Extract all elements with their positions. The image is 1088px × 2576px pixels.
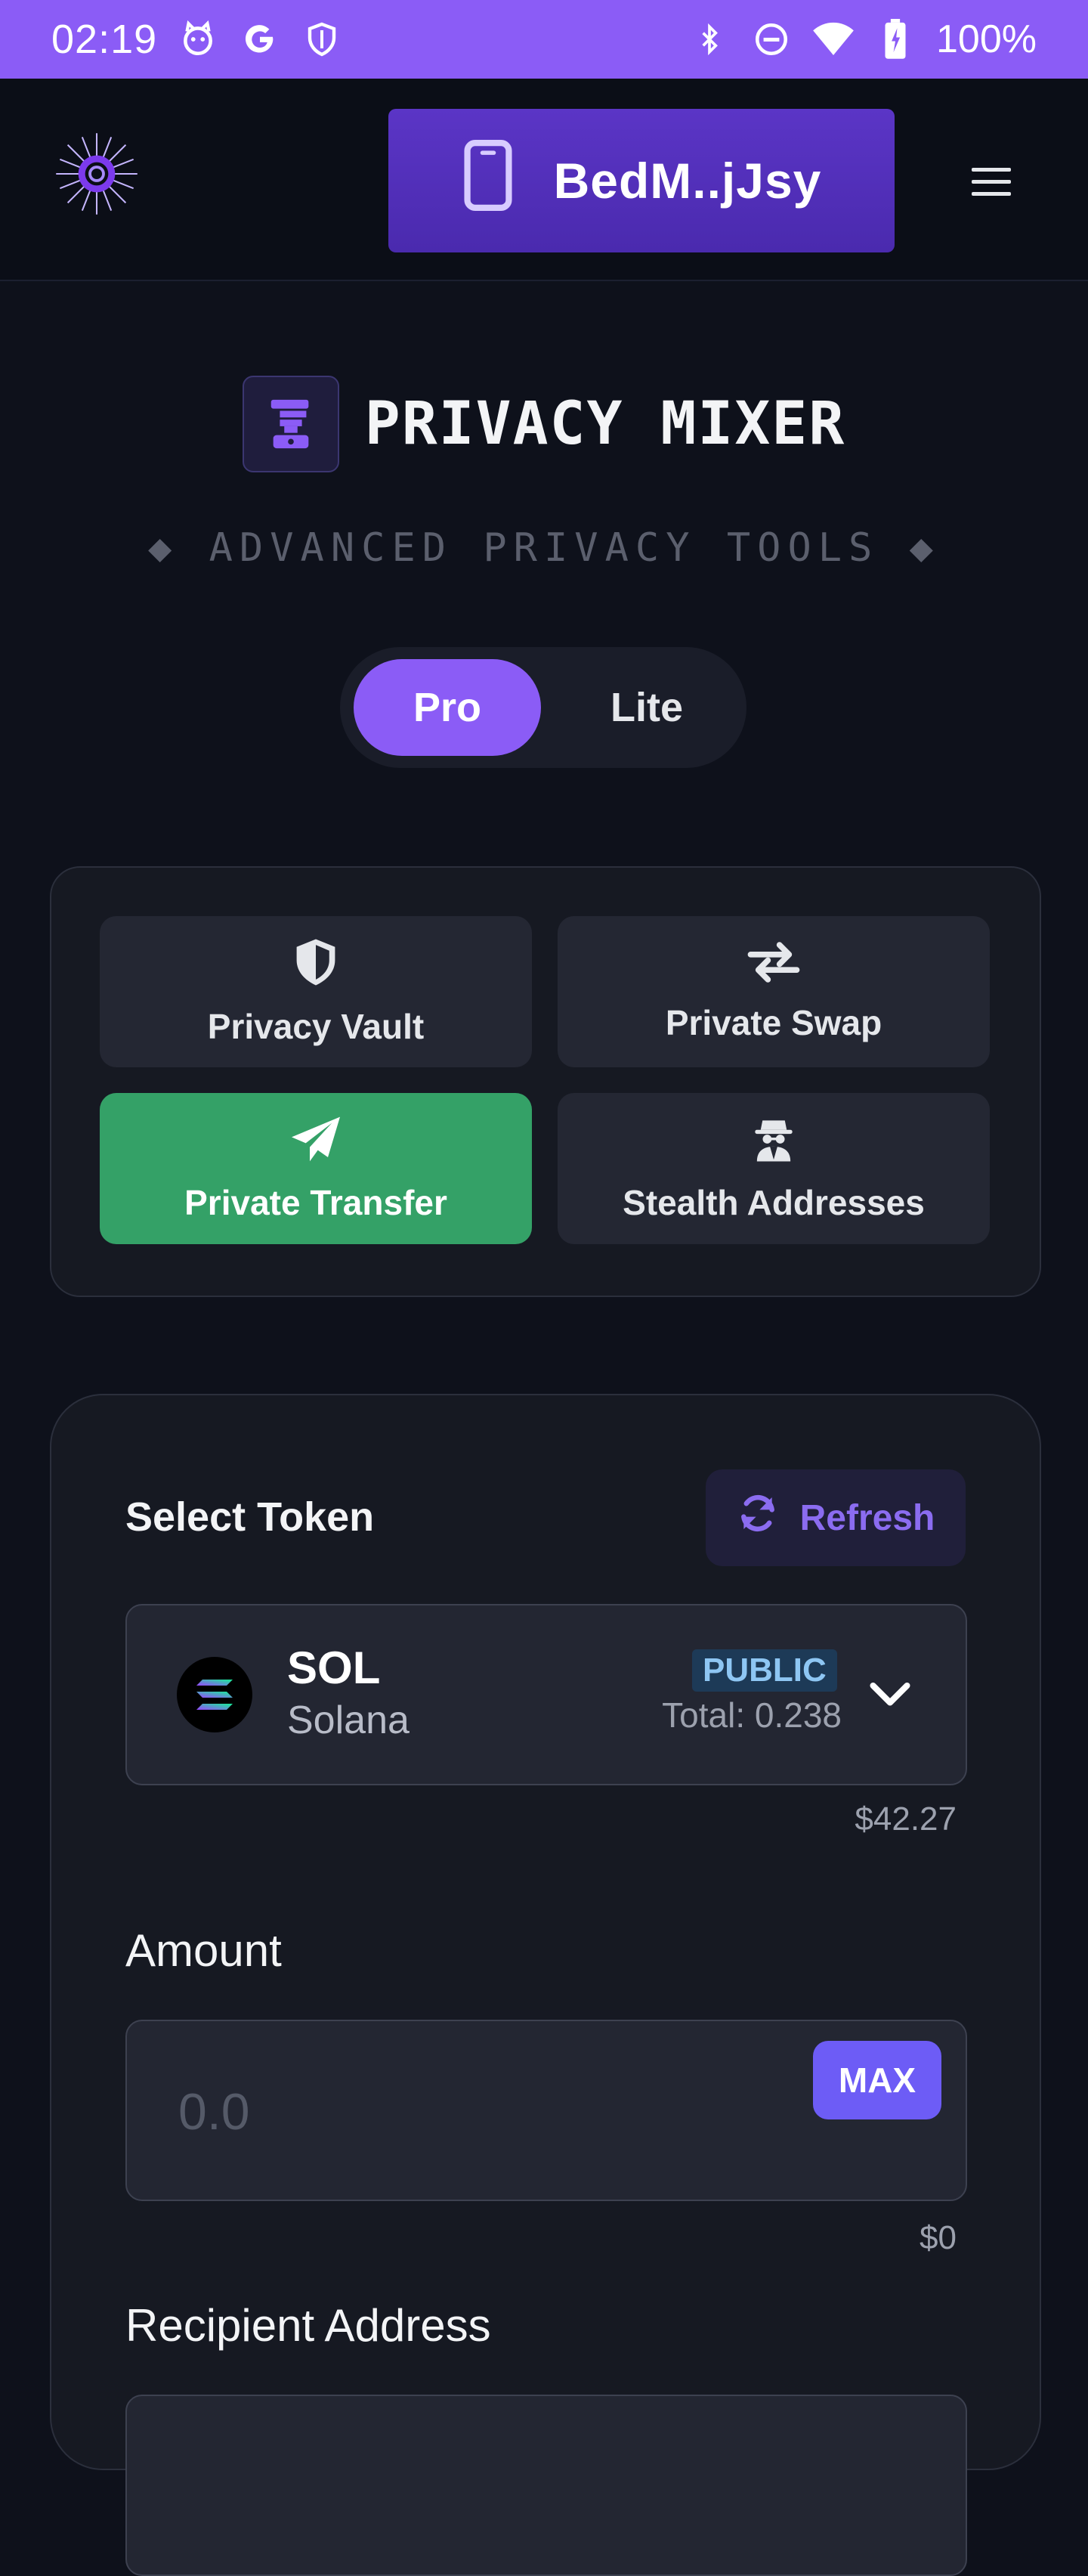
feature-selector-card: Privacy Vault Private Swap Private Trans… <box>50 866 1041 1297</box>
app-header: BedM..jJsy <box>0 79 1088 281</box>
mode-toggle: Pro Lite <box>340 647 746 768</box>
amount-input[interactable] <box>177 2070 784 2154</box>
recipient-address-label: Recipient Address <box>125 2300 491 2351</box>
private-swap-button[interactable]: Private Swap <box>558 916 990 1067</box>
bluetooth-icon <box>688 18 731 60</box>
refresh-label: Refresh <box>799 1497 935 1538</box>
spy-icon <box>751 1115 796 1172</box>
google-g-icon <box>239 18 281 60</box>
wallet-address: BedM..jJsy <box>553 153 822 209</box>
status-time: 02:19 <box>51 17 158 62</box>
mixer-blender-icon <box>242 376 339 472</box>
shield-icon <box>292 937 339 995</box>
hamburger-menu-icon[interactable] <box>972 168 1011 197</box>
amount-label: Amount <box>125 1925 282 1976</box>
max-button[interactable]: MAX <box>813 2041 941 2119</box>
solana-icon <box>177 1657 252 1732</box>
paper-plane-icon <box>289 1115 342 1172</box>
amount-field: MAX <box>125 2020 967 2201</box>
spiky-orb-logo-icon[interactable] <box>48 125 145 222</box>
token-status-badge: PUBLIC <box>692 1649 837 1692</box>
stealth-addresses-button[interactable]: Stealth Addresses <box>558 1093 990 1244</box>
do-not-disturb-icon <box>750 18 793 60</box>
amount-usd-value: $0 <box>920 2219 957 2256</box>
status-bar: 02:19 100% <box>0 0 1088 79</box>
cat-face-icon <box>177 18 219 60</box>
mode-pro-button[interactable]: Pro <box>354 659 541 756</box>
battery-percent: 100% <box>936 17 1037 61</box>
refresh-icon <box>737 1492 779 1543</box>
token-selector[interactable]: SOL Solana PUBLIC Total: 0.238 <box>125 1604 967 1785</box>
private-transfer-button[interactable]: Private Transfer <box>100 1093 532 1244</box>
private-swap-label: Private Swap <box>665 1002 882 1042</box>
page-title: PRIVACY MIXER <box>364 390 846 458</box>
privacy-vault-button[interactable]: Privacy Vault <box>100 916 532 1067</box>
battery-icon <box>874 18 916 60</box>
token-symbol: SOL <box>287 1643 381 1693</box>
token-usd-value: $42.27 <box>855 1800 957 1838</box>
token-total: Total: 0.238 <box>662 1695 842 1735</box>
mode-lite-button[interactable]: Lite <box>556 659 737 756</box>
wifi-icon <box>812 18 855 60</box>
refresh-button[interactable]: Refresh <box>706 1469 966 1566</box>
swap-arrows-icon <box>746 941 801 992</box>
privacy-vault-label: Privacy Vault <box>207 1006 425 1046</box>
page-subtitle: ◆ ADVANCED PRIVACY TOOLS ◆ <box>148 525 940 571</box>
token-name: Solana <box>287 1698 410 1742</box>
chevron-down-icon <box>867 1673 913 1713</box>
stealth-addresses-label: Stealth Addresses <box>623 1182 925 1222</box>
private-transfer-label: Private Transfer <box>184 1182 447 1222</box>
phone-icon <box>462 139 515 223</box>
wallet-connect-button[interactable]: BedM..jJsy <box>388 109 895 252</box>
page-title-row: PRIVACY MIXER <box>0 375 1088 473</box>
recipient-address-input[interactable] <box>125 2395 967 2576</box>
select-token-label: Select Token <box>125 1494 375 1540</box>
transfer-form-card: Select Token Refresh SOL Solana PUBLIC T… <box>50 1394 1041 2576</box>
shield-icon <box>301 18 343 60</box>
